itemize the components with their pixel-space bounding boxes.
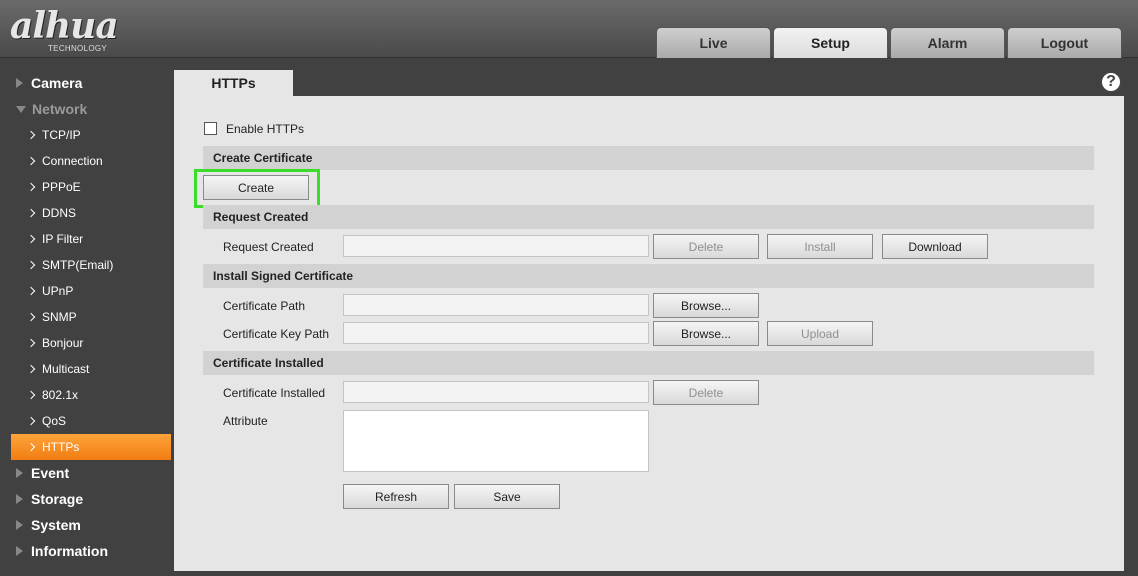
sidebar-item-multicast[interactable]: Multicast [0, 356, 172, 382]
logo-text: alhua [10, 5, 119, 47]
certificate-installed-field[interactable] [343, 381, 649, 403]
sidebar-item-label: IP Filter [42, 232, 84, 246]
save-button[interactable]: Save [454, 484, 560, 509]
install-button[interactable]: Install [767, 234, 873, 259]
browse-key-button[interactable]: Browse... [653, 321, 759, 346]
certificate-key-path-label: Certificate Key Path [223, 327, 330, 341]
chevron-right-icon [26, 442, 36, 452]
sidebar-group-network[interactable]: Network [0, 96, 172, 122]
sidebar-group-system[interactable]: System [0, 512, 172, 538]
sidebar-item-8021x[interactable]: 802.1x [0, 382, 172, 408]
sidebar-item-label: SNMP [42, 310, 77, 324]
chevron-right-icon [26, 234, 36, 244]
certificate-installed-label: Certificate Installed [223, 386, 326, 400]
chevron-right-icon [26, 312, 36, 322]
sidebar-group-camera[interactable]: Camera [0, 70, 172, 96]
installed-delete-button[interactable]: Delete [653, 380, 759, 405]
create-button[interactable]: Create [203, 175, 309, 200]
sidebar-item-https[interactable]: HTTPs [11, 434, 171, 460]
sidebar-item-bonjour[interactable]: Bonjour [0, 330, 172, 356]
sidebar-item-smtp[interactable]: SMTP(Email) [0, 252, 172, 278]
chevron-right-icon [26, 182, 36, 192]
sidebar-item-label: 802.1x [42, 388, 79, 402]
request-delete-button[interactable]: Delete [653, 234, 759, 259]
triangle-right-icon [16, 494, 23, 504]
browse-certificate-button[interactable]: Browse... [653, 293, 759, 318]
sidebar-item-upnp[interactable]: UPnP [0, 278, 172, 304]
attribute-textarea[interactable] [343, 410, 649, 472]
sidebar-group-storage[interactable]: Storage [0, 486, 172, 512]
sidebar-item-label: SMTP(Email) [42, 258, 114, 272]
sidebar-item-qos[interactable]: QoS [0, 408, 172, 434]
dahua-logo: alhua TECHNOLOGY [10, 5, 119, 53]
chevron-right-icon [26, 156, 36, 166]
sidebar-group-label: Storage [31, 491, 84, 507]
tab-alarm[interactable]: Alarm [890, 27, 1005, 58]
chevron-right-icon [26, 286, 36, 296]
https-panel: Enable HTTPs Create Certificate Create R… [174, 96, 1124, 571]
triangle-down-icon [16, 105, 26, 113]
sidebar-item-ip-filter[interactable]: IP Filter [0, 226, 172, 252]
enable-https-checkbox[interactable] [204, 122, 217, 135]
sidebar-item-label: Bonjour [42, 336, 84, 350]
enable-https-label: Enable HTTPs [226, 122, 305, 136]
sidebar-item-label: DDNS [42, 206, 77, 220]
sidebar-group-information[interactable]: Information [0, 538, 172, 564]
download-button[interactable]: Download [882, 234, 988, 259]
section-certificate-installed: Certificate Installed [203, 351, 1094, 375]
certificate-key-path-field[interactable] [343, 322, 649, 344]
sidebar-item-label: HTTPs [42, 440, 80, 454]
sidebar-item-label: UPnP [42, 284, 74, 298]
chevron-right-icon [26, 416, 36, 426]
tab-live[interactable]: Live [656, 27, 771, 58]
refresh-button[interactable]: Refresh [343, 484, 449, 509]
sidebar-item-tcpip[interactable]: TCP/IP [0, 122, 172, 148]
sidebar-item-ddns[interactable]: DDNS [0, 200, 172, 226]
sidebar-group-event[interactable]: Event [0, 460, 172, 486]
request-created-label: Request Created [223, 240, 314, 254]
chevron-right-icon [26, 208, 36, 218]
chevron-right-icon [26, 390, 36, 400]
sidebar-item-connection[interactable]: Connection [0, 148, 172, 174]
section-create-certificate: Create Certificate [203, 146, 1094, 170]
certificate-path-field[interactable] [343, 294, 649, 316]
tab-setup[interactable]: Setup [773, 27, 888, 58]
request-created-field[interactable] [343, 235, 649, 257]
upload-button[interactable]: Upload [767, 321, 873, 346]
sidebar-item-label: TCP/IP [42, 128, 81, 142]
tab-logout[interactable]: Logout [1007, 27, 1122, 58]
certificate-path-label: Certificate Path [223, 299, 306, 313]
chevron-right-icon [26, 338, 36, 348]
help-icon[interactable]: ? [1100, 71, 1122, 93]
sidebar-group-label: Camera [31, 75, 83, 91]
logo-subtitle: TECHNOLOGY [48, 44, 108, 53]
triangle-right-icon [16, 468, 23, 478]
sidebar-item-label: PPPoE [42, 180, 81, 194]
sidebar-item-pppoe[interactable]: PPPoE [0, 174, 172, 200]
sidebar-item-label: Multicast [42, 362, 90, 376]
sidebar: Camera Network TCP/IP Connection PPPoE D… [0, 70, 172, 564]
sidebar-item-label: Connection [42, 154, 103, 168]
triangle-right-icon [16, 78, 23, 88]
chevron-right-icon [26, 130, 36, 140]
chevron-right-icon [26, 260, 36, 270]
attribute-label: Attribute [223, 414, 268, 428]
sidebar-item-snmp[interactable]: SNMP [0, 304, 172, 330]
sidebar-group-label: System [31, 517, 81, 533]
page-title-tab: HTTPs [174, 70, 293, 96]
triangle-right-icon [16, 546, 23, 556]
sidebar-group-label: Information [31, 543, 108, 559]
sidebar-group-label: Event [31, 465, 70, 481]
top-header: alhua TECHNOLOGY Live Setup Alarm Logout [0, 0, 1138, 58]
section-install-signed: Install Signed Certificate [203, 264, 1094, 288]
sidebar-group-label: Network [32, 101, 88, 117]
chevron-right-icon [26, 364, 36, 374]
sidebar-item-label: QoS [42, 414, 67, 428]
section-request-created: Request Created [203, 205, 1094, 229]
main-tabs: Live Setup Alarm Logout [656, 27, 1122, 58]
triangle-right-icon [16, 520, 23, 530]
